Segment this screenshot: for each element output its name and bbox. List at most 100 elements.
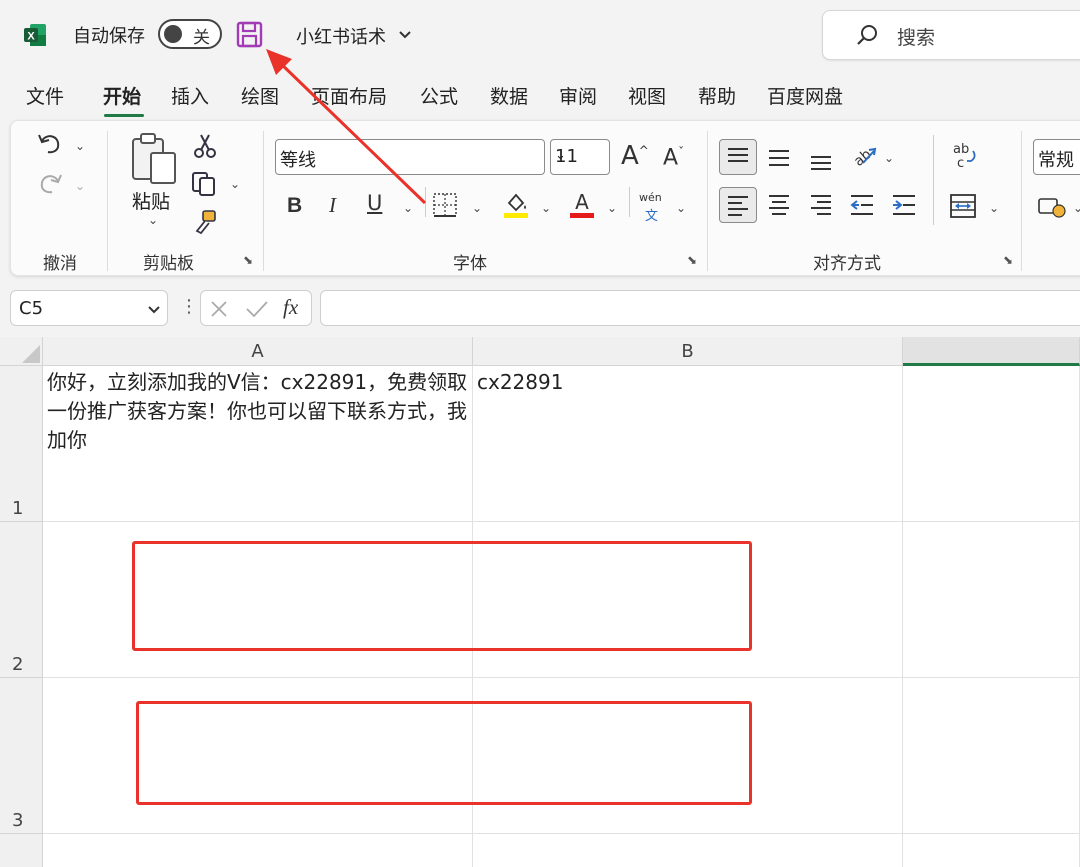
- save-icon[interactable]: [236, 21, 263, 48]
- autosave-toggle[interactable]: 关: [158, 19, 222, 49]
- cell-c4[interactable]: [903, 834, 1080, 867]
- tab-file[interactable]: 文件: [26, 82, 64, 109]
- ribbon: ⌄ ⌄ 撤消 粘贴 ⌄ ⌄ 剪贴板 ⬊ 等线 ⌄ 11 ⌄ A^ Aˇ B I …: [10, 120, 1080, 276]
- clipboard-launcher-icon[interactable]: ⬊: [243, 253, 253, 267]
- ribbon-tabs: 文件 开始 插入 绘图 页面布局 公式 数据 审阅 视图 帮助 百度网盘: [0, 76, 1080, 118]
- align-top-button[interactable]: [719, 139, 757, 175]
- cell-b4[interactable]: [473, 834, 903, 867]
- fill-color-dropdown[interactable]: ⌄: [541, 201, 551, 215]
- formula-buttons: fx: [200, 290, 312, 326]
- cell-c2[interactable]: [903, 522, 1080, 678]
- search-box[interactable]: 搜索: [822, 10, 1080, 60]
- row-number: 1: [12, 498, 24, 519]
- wrap-text-icon[interactable]: abc: [951, 141, 979, 171]
- font-size-select[interactable]: 11 ⌄: [550, 139, 610, 175]
- tab-data[interactable]: 数据: [490, 82, 528, 109]
- font-launcher-icon[interactable]: ⬊: [687, 253, 697, 267]
- align-right-icon[interactable]: [809, 193, 833, 217]
- separator: [107, 131, 108, 271]
- phonetic-dropdown[interactable]: ⌄: [676, 201, 686, 215]
- orientation-dropdown[interactable]: ⌄: [884, 151, 894, 165]
- undo-group-label: 撤消: [43, 254, 77, 274]
- column-header-a[interactable]: A: [43, 337, 473, 366]
- row-header-2[interactable]: 2: [0, 522, 43, 678]
- annotation-arrow: [266, 49, 427, 205]
- cell-a1[interactable]: 你好，立刻添加我的V信：cx22891，免费领取一份推广获客方案！你也可以留下联…: [43, 366, 473, 522]
- excel-window: X 自动保存 关 小红书话术 搜索 文件 开始 插入 绘图 页面布局 公式 数据…: [0, 0, 1080, 867]
- column-header-c[interactable]: [903, 337, 1080, 366]
- more-options-icon[interactable]: ⋮: [180, 296, 198, 317]
- autosave-label: 自动保存: [73, 26, 145, 47]
- fill-color-icon[interactable]: [501, 189, 531, 219]
- separator: [707, 131, 708, 271]
- undo-icon[interactable]: [36, 129, 64, 157]
- merge-icon[interactable]: [949, 193, 977, 219]
- tab-review[interactable]: 审阅: [559, 82, 597, 109]
- cell-c3[interactable]: [903, 678, 1080, 834]
- row-header-1[interactable]: 1: [0, 366, 43, 522]
- separator: [933, 135, 934, 225]
- number-format-select[interactable]: 常规: [1033, 139, 1080, 175]
- row-number: 2: [12, 654, 24, 675]
- align-bottom-icon[interactable]: [809, 149, 833, 171]
- format-painter-icon[interactable]: [193, 209, 219, 235]
- excel-logo-icon: X: [24, 24, 46, 46]
- cell-c1[interactable]: [903, 366, 1080, 522]
- phonetic-char: 文: [645, 209, 659, 224]
- redo-icon: [40, 174, 62, 194]
- number-format-value: 常规: [1038, 150, 1074, 171]
- tab-insert[interactable]: 插入: [171, 82, 209, 109]
- tab-view[interactable]: 视图: [628, 82, 666, 109]
- row-header-3[interactable]: 3: [0, 678, 43, 834]
- phonetic-icon[interactable]: wén: [639, 191, 662, 204]
- border-dropdown[interactable]: ⌄: [472, 201, 482, 215]
- align-center-icon[interactable]: [767, 193, 791, 217]
- toggle-state: 关: [193, 28, 210, 48]
- decrease-indent-icon[interactable]: [849, 193, 875, 217]
- cell-b1[interactable]: cx22891: [473, 366, 903, 522]
- active-tab-indicator: [104, 114, 144, 117]
- paste-dropdown[interactable]: ⌄: [148, 213, 158, 227]
- formula-input[interactable]: [320, 290, 1080, 326]
- corner-triangle-icon: [22, 345, 40, 363]
- copy-dropdown[interactable]: ⌄: [230, 177, 240, 191]
- undo-dropdown[interactable]: ⌄: [75, 139, 85, 153]
- align-middle-icon[interactable]: [767, 147, 791, 169]
- annotation-box-2: [136, 701, 752, 805]
- font-color-icon[interactable]: A: [567, 189, 597, 219]
- svg-text:A: A: [575, 190, 589, 214]
- toggle-knob: [164, 25, 182, 43]
- paste-icon[interactable]: [129, 131, 179, 185]
- svg-text:ab: ab: [953, 142, 969, 157]
- name-box-value: C5: [19, 298, 44, 319]
- chevron-down-icon[interactable]: [398, 30, 412, 40]
- annotation-box-1: [132, 541, 752, 651]
- align-left-button[interactable]: [719, 187, 757, 223]
- merge-dropdown[interactable]: ⌄: [989, 201, 999, 215]
- orientation-icon[interactable]: ab: [849, 143, 877, 171]
- tab-baidu-netdisk[interactable]: 百度网盘: [767, 82, 843, 109]
- column-header-b[interactable]: B: [473, 337, 903, 366]
- tab-home[interactable]: 开始: [103, 82, 141, 109]
- cut-icon[interactable]: [193, 133, 217, 159]
- select-all-corner[interactable]: [0, 337, 43, 366]
- copy-icon[interactable]: [191, 171, 219, 197]
- currency-format-icon[interactable]: [1037, 195, 1067, 219]
- currency-dropdown[interactable]: ⌄: [1073, 201, 1080, 215]
- insert-function-icon[interactable]: fx: [283, 295, 298, 320]
- font-color-dropdown[interactable]: ⌄: [607, 201, 617, 215]
- name-box[interactable]: C5: [10, 290, 168, 326]
- alignment-launcher-icon[interactable]: ⬊: [1003, 253, 1013, 267]
- tab-help[interactable]: 帮助: [698, 82, 736, 109]
- cell-a4[interactable]: [43, 834, 473, 867]
- shrink-font-icon[interactable]: Aˇ: [663, 146, 684, 169]
- spreadsheet-grid[interactable]: A B 1 2 3 你好，立刻添加我的V信：cx22891，免费领取一份推广获客…: [0, 337, 1080, 867]
- formula-bar: C5 ⋮ fx: [0, 284, 1080, 332]
- chevron-down-icon: ⌄: [555, 148, 566, 163]
- row-header-4[interactable]: [0, 834, 43, 867]
- paste-label[interactable]: 粘贴: [132, 187, 170, 214]
- alignment-group-label: 对齐方式: [813, 254, 881, 274]
- row-number: 3: [12, 810, 24, 831]
- increase-indent-icon[interactable]: [891, 193, 917, 217]
- grow-font-icon[interactable]: A^: [621, 143, 649, 169]
